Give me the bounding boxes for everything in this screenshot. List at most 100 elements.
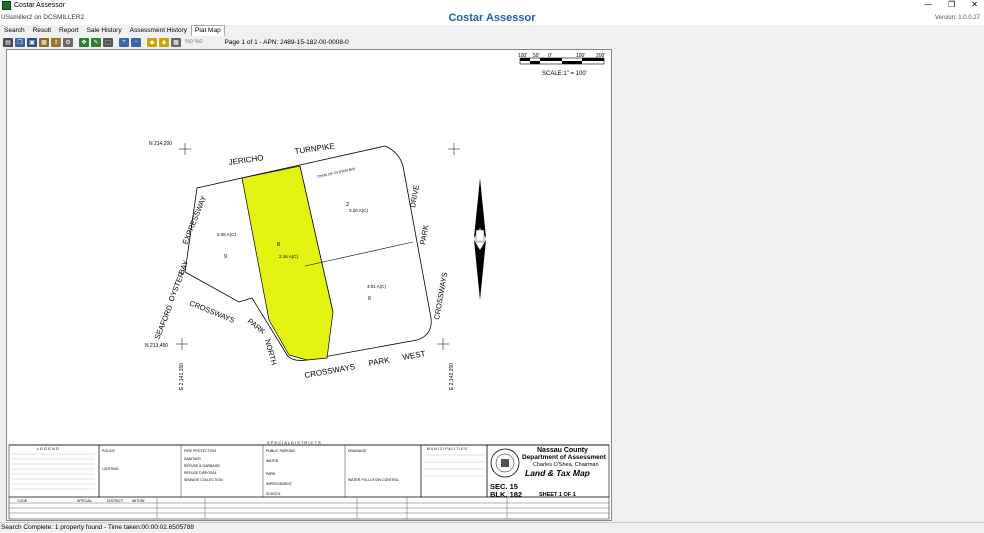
scale-label: SCALE:1" = 100' bbox=[542, 71, 587, 77]
lot-acres: 3.20 A(C) bbox=[349, 208, 369, 213]
window-controls: — ❐ ✕ bbox=[924, 0, 978, 9]
app-header: USsmiller2 on DCSMILLER2 Costar Assessor… bbox=[0, 11, 984, 25]
lot-acres: 2.06 A(C) bbox=[217, 232, 237, 237]
street-label: TURNPIKE bbox=[294, 141, 335, 156]
close-icon[interactable]: ✕ bbox=[971, 0, 978, 9]
title-block: Nassau County Department of Assessment C… bbox=[486, 444, 610, 499]
table-header: DISTRICT bbox=[107, 499, 124, 503]
scale-tick: 200' bbox=[596, 53, 605, 59]
district-label: FIRE PROTECTION bbox=[184, 449, 216, 453]
district-label: WATER POLLUTION CONTROL bbox=[348, 478, 399, 482]
district-label: POLICE bbox=[102, 449, 116, 453]
fit-icon[interactable]: ▩ bbox=[171, 37, 181, 47]
table-header: SPECIAL bbox=[77, 499, 92, 503]
table-header: CODE bbox=[17, 499, 28, 503]
scale-tick: 100' bbox=[576, 53, 585, 59]
district-label: PARK bbox=[266, 472, 276, 476]
lot-acres: 3.01 A(C) bbox=[367, 284, 387, 289]
coord-n-top: N 214,200 bbox=[149, 141, 172, 147]
window-titlebar: Costar Assessor — ❐ ✕ bbox=[0, 0, 984, 11]
lot-number: 6 bbox=[368, 296, 371, 302]
street-label: PARK bbox=[368, 355, 391, 368]
district-label: IMPROVEMENT bbox=[266, 482, 293, 486]
street-label: EXPRESSWAY bbox=[181, 194, 209, 245]
table-header: WITHIN bbox=[132, 499, 145, 503]
settings-icon[interactable]: ⚙ bbox=[63, 37, 73, 47]
street-label: SEAFORD bbox=[153, 303, 175, 341]
street-label: WEST bbox=[402, 349, 426, 362]
lot-number: 8 bbox=[277, 242, 280, 248]
coord-e-left: E 2,141,150 bbox=[179, 363, 185, 390]
block-number: BLK. 182 bbox=[490, 490, 522, 499]
district-label: DRAINAGE bbox=[348, 449, 367, 453]
district-label: SEWAGE COLLECTION bbox=[184, 478, 223, 482]
special-districts-header: S P E C I A L D I S T R I C T S bbox=[267, 440, 321, 445]
coord-n-bottom: N 213,450 bbox=[145, 343, 168, 349]
legend-panel: L E G E N D S P E C I A L D I S T R I C … bbox=[8, 440, 609, 498]
measure-icon[interactable]: ◆ bbox=[147, 37, 157, 47]
district-label: REFUSE & GARBAGE bbox=[184, 464, 220, 468]
scale-bar: 100' 50' 0' 100' 200' SCALE:1" = 100' bbox=[518, 53, 605, 77]
town-label: TOWN OF OYSTER BAY bbox=[316, 167, 356, 179]
lot-number: 9 bbox=[224, 254, 227, 260]
save-icon[interactable]: ▣ bbox=[27, 37, 37, 47]
legend-header: L E G E N D bbox=[37, 446, 59, 451]
tab-bar: Search Result Report Sale History Assess… bbox=[0, 25, 225, 36]
district-label: PUBLIC PARKING bbox=[266, 449, 295, 453]
map-toolbar: ▤ ❐ ▣ ▦ ⇪ ⚙ ✥ ✎ ⬚ + − ◆ ◆ ▩ %0 %0 Page 1 of 1 - APN: … bbox=[0, 36, 984, 48]
district-label: WATER bbox=[266, 459, 279, 463]
street-label: DRIVE bbox=[408, 184, 421, 208]
street-label: BAY bbox=[177, 259, 191, 276]
scale-tick: 50' bbox=[533, 53, 540, 59]
tab-report[interactable]: Report bbox=[55, 25, 83, 36]
toolbar-buttons: ▤ ❐ ▣ ▦ ⇪ ⚙ ✥ ✎ ⬚ + − ◆ ◆ ▩ bbox=[3, 37, 183, 47]
tab-assessment-history[interactable]: Assessment History bbox=[125, 25, 192, 36]
pan-icon[interactable]: ✥ bbox=[79, 37, 89, 47]
north-arrow-icon bbox=[474, 178, 486, 300]
map-title: Land & Tax Map bbox=[525, 468, 590, 478]
plat-map-svg: 100' 50' 0' 100' 200' SCALE:1" = 100' N … bbox=[8, 53, 610, 520]
street-label: NORTH bbox=[263, 338, 279, 366]
image-icon[interactable]: ▦ bbox=[39, 37, 49, 47]
street-label: CROSSWAYS bbox=[188, 299, 236, 325]
version-label: Version: 1.0.0.27 bbox=[934, 15, 980, 21]
minimize-icon[interactable]: — bbox=[924, 0, 932, 9]
window-title: Costar Assessor bbox=[14, 2, 65, 9]
restore-icon[interactable]: ❐ bbox=[948, 0, 955, 9]
scale-tick: 0' bbox=[548, 53, 552, 59]
street-label: JERICHO bbox=[228, 153, 264, 167]
zoom-in-icon[interactable]: + bbox=[119, 37, 129, 47]
department-name: Department of Assessment bbox=[522, 454, 607, 461]
parcel-block bbox=[184, 145, 432, 361]
export-icon[interactable]: ⇪ bbox=[51, 37, 61, 47]
print-icon[interactable]: ▤ bbox=[3, 37, 13, 47]
municipalities-header: M U N I C I P A L I T I E S bbox=[427, 447, 467, 451]
status-bar: Search Complete: 1 property found - Time… bbox=[0, 522, 984, 533]
app-icon bbox=[2, 1, 11, 10]
coord-e-right: E 2,142,150 bbox=[449, 363, 455, 390]
select-icon[interactable]: ⬚ bbox=[103, 37, 113, 47]
street-label: CROSSWAYS bbox=[432, 272, 449, 321]
tab-plat-map[interactable]: Plat Map bbox=[191, 25, 225, 36]
tab-sale-history[interactable]: Sale History bbox=[82, 25, 126, 36]
county-name: Nassau County bbox=[537, 447, 588, 454]
district-label: SANITARY bbox=[184, 457, 202, 461]
app-title: Costar Assessor bbox=[448, 12, 536, 24]
scale-tick: 100' bbox=[518, 53, 527, 59]
district-label: LIGHTING bbox=[102, 467, 119, 471]
zoom-out-icon[interactable]: − bbox=[131, 37, 141, 47]
plat-map-viewer[interactable]: 100' 50' 0' 100' 200' SCALE:1" = 100' N … bbox=[6, 49, 612, 521]
draw-icon[interactable]: ✎ bbox=[91, 37, 101, 47]
district-label: SCHOOL bbox=[266, 492, 281, 496]
district-label: REFUSE DISPOSAL bbox=[184, 471, 217, 475]
rotate-icon[interactable]: ◆ bbox=[159, 37, 169, 47]
district-table: CODE SPECIAL DISTRICT WITHIN bbox=[8, 496, 610, 520]
copy-icon[interactable]: ❐ bbox=[15, 37, 25, 47]
lot-acres: 2.16 A(C) bbox=[279, 254, 299, 259]
tab-search[interactable]: Search bbox=[0, 25, 29, 36]
street-label: PARK bbox=[418, 224, 430, 245]
street-label: PARK bbox=[246, 316, 267, 335]
tab-result[interactable]: Result bbox=[28, 25, 56, 36]
zoom-percent-text: %0 %0 bbox=[185, 39, 203, 45]
page-info: Page 1 of 1 - APN: 2489-15-182-00-0008-0 bbox=[224, 38, 349, 46]
